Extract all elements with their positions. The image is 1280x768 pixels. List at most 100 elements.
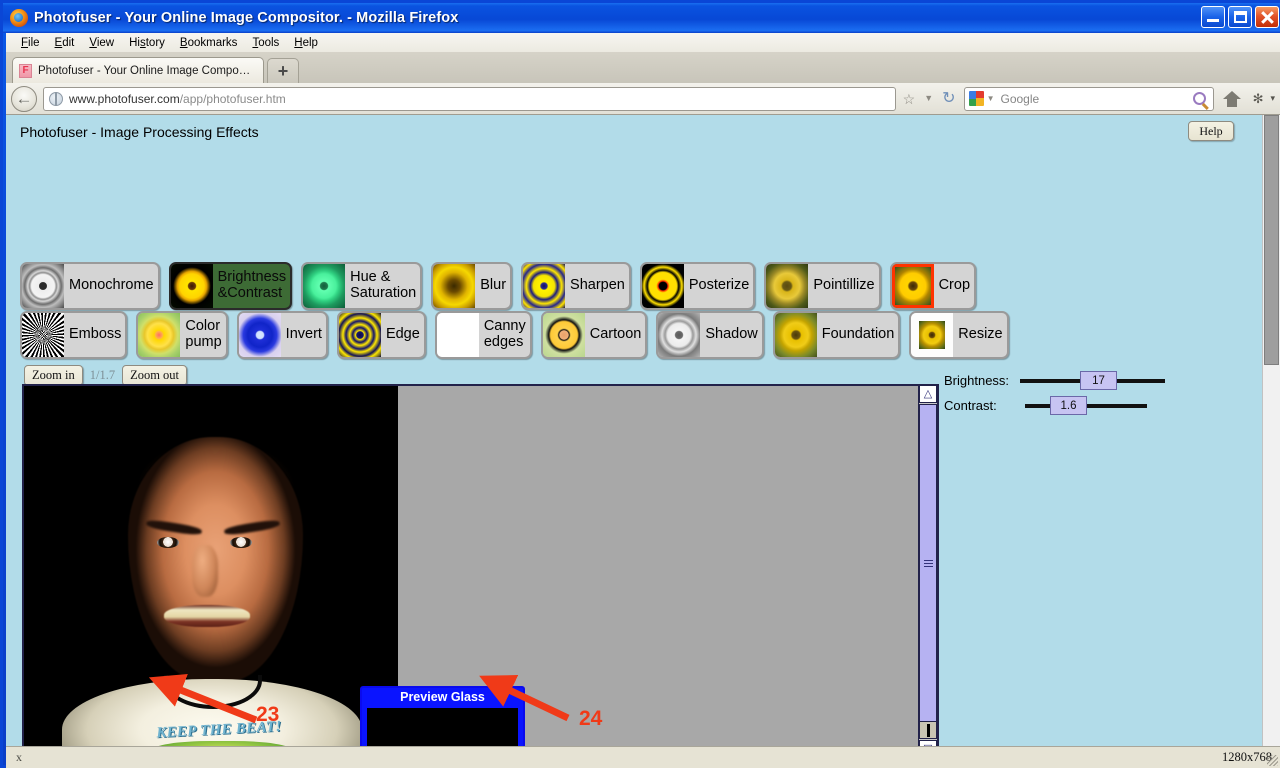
image-canvas[interactable]: KEEP THE BEAT! Preview Glass: [22, 384, 939, 746]
url-actions: ☆ ▼ ↻: [903, 90, 956, 107]
effect-label: Pointillize: [813, 277, 875, 294]
new-tab-button[interactable]: +: [267, 58, 299, 83]
brightness-label: Brightness:: [944, 373, 1010, 388]
effect-label: Emboss: [69, 326, 122, 343]
effect-button-color-pump[interactable]: Color pump: [136, 311, 228, 359]
effect-label: Monochrome: [69, 277, 154, 294]
canvas-vertical-scrollbar[interactable]: △ ▽: [918, 384, 938, 746]
menu-history[interactable]: History: [122, 35, 172, 51]
search-input[interactable]: Google: [994, 92, 1192, 106]
effect-thumbnail-icon: [138, 313, 181, 357]
search-engine-chevron-icon[interactable]: ▼: [987, 94, 995, 103]
effect-button-pointillize[interactable]: Pointillize: [764, 262, 881, 310]
annotation-number-23: 23: [256, 703, 280, 726]
resize-grip-icon[interactable]: [1267, 755, 1278, 766]
contrast-value[interactable]: 1.6: [1050, 396, 1087, 415]
firefox-window: Photofuser - Your Online Image Composito…: [0, 0, 1280, 768]
url-bar[interactable]: www.photofuser.com/app/photofuser.htm: [43, 86, 896, 111]
zoom-in-button[interactable]: Zoom in: [24, 365, 83, 386]
effect-thumbnail-icon: [774, 313, 817, 357]
contrast-label: Contrast:: [944, 398, 997, 413]
navigation-toolbar: ← www.photofuser.com/app/photofuser.htm …: [6, 83, 1280, 115]
status-close-icon[interactable]: x: [16, 750, 22, 765]
effect-thumbnail-icon: [303, 264, 346, 308]
page-title: Photofuser - Image Processing Effects: [20, 124, 259, 140]
scroll-up-icon[interactable]: △: [919, 385, 937, 403]
effect-thumbnail-icon: [891, 264, 934, 308]
adjustment-sliders: Brightness: 17 Contrast: 1.6: [944, 370, 1165, 420]
effect-button-posterize[interactable]: Posterize: [639, 262, 756, 310]
url-host: www.photofuser.com: [69, 91, 180, 106]
menu-tools[interactable]: Tools: [245, 35, 286, 51]
photo-mouth: [164, 605, 250, 627]
brightness-value[interactable]: 17: [1080, 371, 1117, 390]
scroll-resize-handle[interactable]: [919, 721, 937, 739]
effect-button-brightness-contrast[interactable]: Brightness &Contrast: [168, 262, 293, 310]
menu-edit[interactable]: Edit: [48, 35, 82, 51]
menu-view[interactable]: View: [82, 35, 121, 51]
effect-thumbnail-icon: [170, 264, 213, 308]
search-bar[interactable]: ▼ Google: [963, 86, 1214, 111]
vertical-scroll-thumb[interactable]: [919, 404, 937, 722]
menu-file[interactable]: File: [14, 35, 47, 51]
google-icon: [968, 91, 984, 106]
effect-thumbnail-icon: [238, 313, 281, 357]
effect-button-shadow[interactable]: Shadow: [656, 311, 764, 359]
close-button[interactable]: [1255, 6, 1279, 28]
page-scrollbar-thumb[interactable]: [1264, 115, 1279, 365]
effect-thumbnail-icon: [658, 313, 701, 357]
effect-button-sharpen[interactable]: Sharpen: [521, 262, 631, 310]
minimize-button[interactable]: [1201, 6, 1225, 28]
effect-button-hue-saturation[interactable]: Hue & Saturation: [301, 262, 423, 310]
effect-thumbnail-icon: [433, 264, 476, 308]
back-button[interactable]: ←: [11, 85, 37, 112]
page-scrollbar[interactable]: [1262, 115, 1280, 746]
effects-row-1: Monochrome Brightness &Contrast Hue & Satu…: [20, 262, 977, 310]
status-bar: x 1280x768: [6, 746, 1280, 768]
photo-nose: [192, 545, 218, 597]
effect-label: Edge: [385, 326, 420, 343]
url-text: www.photofuser.com/app/photofuser.htm: [69, 92, 286, 106]
effect-button-cartoon[interactable]: Cartoon: [540, 311, 648, 359]
home-icon[interactable]: [1222, 90, 1241, 107]
globe-icon: [49, 91, 63, 106]
effect-button-blur[interactable]: Blur: [431, 262, 513, 310]
effect-button-canny-edges[interactable]: Canny edges: [434, 311, 532, 359]
search-icon[interactable]: [1192, 92, 1206, 105]
help-button[interactable]: Help: [1188, 121, 1234, 141]
preview-glass-panel[interactable]: Preview Glass: [360, 686, 525, 746]
window-controls: [1201, 6, 1279, 28]
brightness-slider-row: Brightness: 17: [944, 370, 1165, 391]
effect-label: Color pump: [185, 318, 222, 350]
zoom-out-button[interactable]: Zoom out: [122, 365, 188, 386]
effect-label: Resize: [958, 326, 1003, 343]
contrast-slider-row: Contrast: 1.6: [944, 395, 1147, 416]
menu-bookmarks[interactable]: Bookmarks: [173, 35, 245, 51]
firefox-logo-icon: [10, 9, 28, 27]
preview-glass-title: Preview Glass: [400, 690, 485, 704]
bug-icon[interactable]: ✻: [1253, 91, 1264, 107]
overflow-chevron-icon[interactable]: ▾: [1270, 93, 1275, 104]
effect-button-emboss[interactable]: Emboss: [20, 311, 128, 359]
tab-photofuser[interactable]: F Photofuser - Your Online Image Composi…: [12, 57, 264, 83]
maximize-button[interactable]: [1228, 6, 1252, 28]
effect-button-resize[interactable]: Resize: [909, 311, 1009, 359]
effect-button-edge[interactable]: Edge: [336, 311, 426, 359]
effect-thumbnail-icon: [523, 264, 566, 308]
window-title: Photofuser - Your Online Image Composito…: [34, 10, 459, 26]
chevron-down-icon[interactable]: ▼: [924, 94, 933, 103]
photo-image: KEEP THE BEAT!: [24, 386, 398, 746]
effect-button-invert[interactable]: Invert: [236, 311, 328, 359]
effect-button-monochrome[interactable]: Monochrome: [20, 262, 160, 310]
bookmark-star-icon[interactable]: ☆: [903, 92, 916, 106]
menu-bar: File Edit View History Bookmarks Tools H…: [6, 33, 1280, 52]
url-path: /app/photofuser.htm: [179, 91, 286, 106]
annotation-number-24: 24: [579, 707, 603, 730]
status-resolution: 1280x768: [1222, 750, 1272, 764]
effect-button-crop[interactable]: Crop: [889, 262, 977, 310]
effect-thumbnail-icon: [911, 313, 954, 357]
effect-label: Posterize: [688, 277, 750, 294]
effect-button-foundation[interactable]: Foundation: [772, 311, 901, 359]
menu-help[interactable]: Help: [287, 35, 325, 51]
reload-icon[interactable]: ↻: [942, 90, 955, 107]
